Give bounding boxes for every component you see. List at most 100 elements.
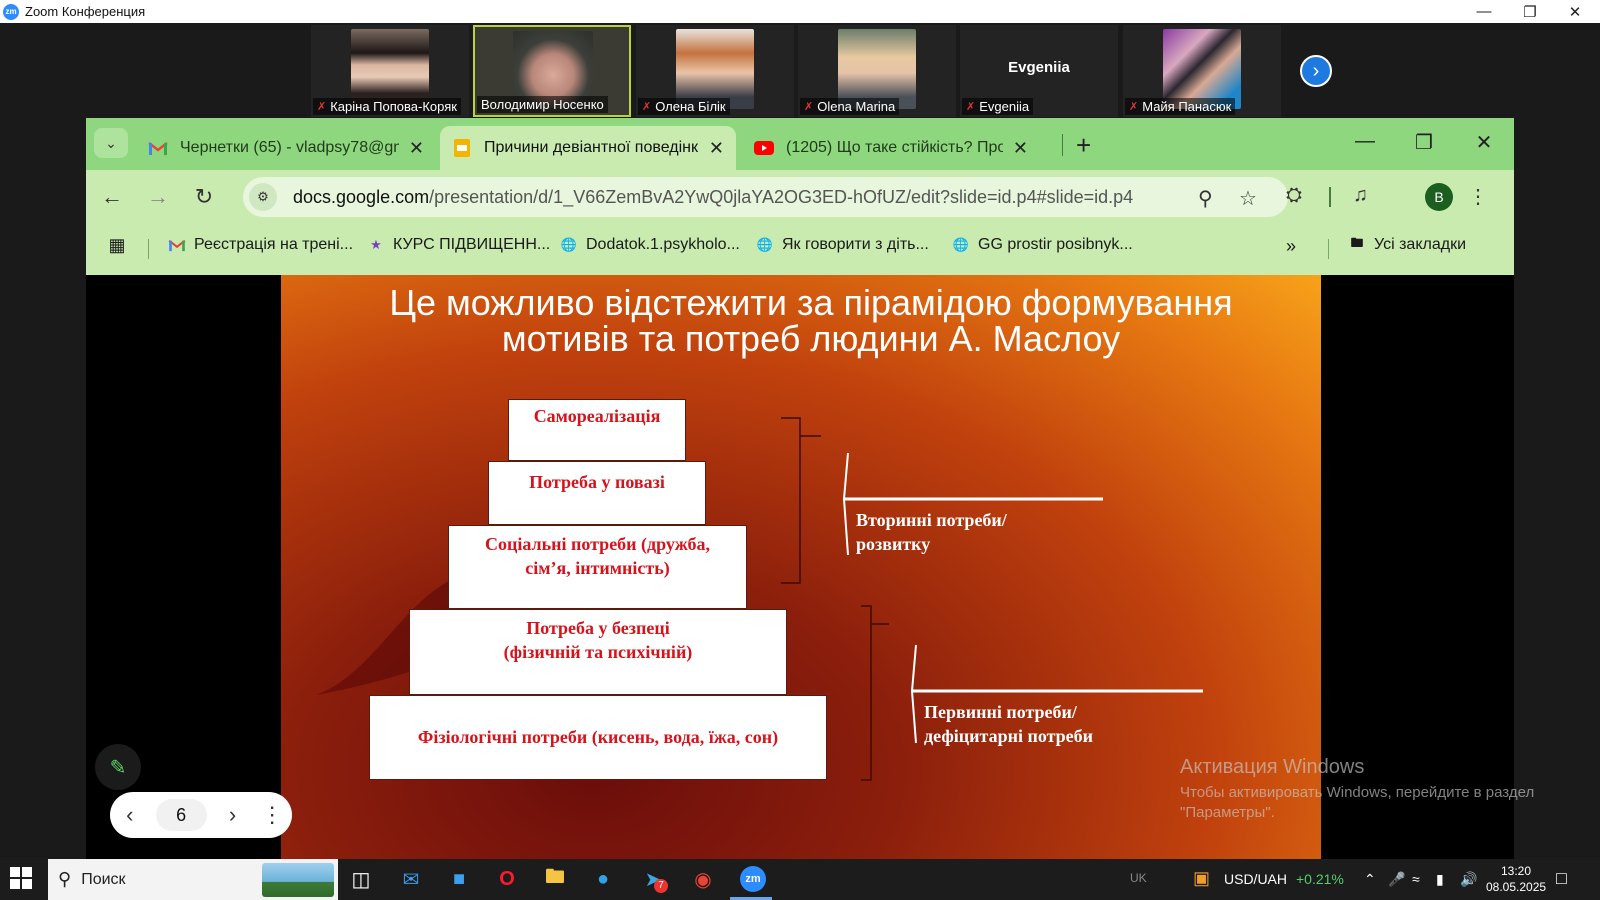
show-hidden-icons[interactable]: ⌃ — [1364, 871, 1376, 888]
participant-tile[interactable]: ✗ Майя Панасюк — [1123, 25, 1281, 117]
bookmark-label: Dodatok.1.psykholo... — [586, 236, 740, 253]
store-icon[interactable]: ■ — [444, 865, 474, 893]
task-view-icon[interactable]: ◫ — [346, 865, 376, 893]
primary-bracket — [861, 605, 872, 781]
participant-tile-active[interactable]: Володимир Носенко — [473, 25, 631, 117]
restore-icon[interactable]: ❐ — [1507, 0, 1553, 23]
network-icon[interactable]: ≈ — [1412, 871, 1420, 887]
volume-icon[interactable]: 🔊 — [1460, 871, 1477, 888]
participant-tile[interactable]: ✗ Каріна Попова-Коряк — [311, 25, 469, 117]
category-label-line: Первинні потреби/ — [924, 702, 1077, 722]
restore-icon[interactable]: ❐ — [1409, 130, 1439, 155]
notifications-icon[interactable]: □ — [1556, 868, 1567, 889]
pyramid-level-physiological: Фізіологічні потреби (кисень, вода, їжа,… — [369, 695, 827, 780]
reload-icon[interactable]: ↻ — [190, 184, 218, 210]
zoom-taskbar-icon[interactable]: zm — [738, 865, 768, 893]
file-explorer-icon[interactable]: 🖿 — [540, 865, 570, 893]
bookmark-label: Як говорити з діть... — [782, 236, 929, 253]
search-placeholder: Поиск — [81, 870, 126, 888]
system-clock[interactable]: 13:20 08.05.2025 — [1486, 863, 1546, 895]
secondary-arrow-head — [842, 452, 849, 556]
slide-number[interactable]: 6 — [155, 799, 207, 831]
tab-google-slides[interactable]: Причини девіантної поведінк ✕ — [440, 126, 736, 170]
currency-widget-icon[interactable]: ▣ — [1193, 868, 1210, 889]
muted-mic-icon: ✗ — [1129, 101, 1139, 113]
all-bookmarks-button[interactable]: 🖿 Усі закладки — [1348, 235, 1466, 254]
back-icon[interactable]: ← — [98, 184, 126, 210]
tab-gmail[interactable]: Чернетки (65) - vladpsy78@gm ✕ — [136, 126, 436, 170]
microphone-icon[interactable]: 🎤 — [1388, 871, 1405, 888]
participant-name: Володимир Носенко — [481, 97, 604, 112]
google-slides-icon — [452, 139, 472, 157]
tab-search-button[interactable]: ⌄ — [94, 128, 128, 158]
participant-name-bar: ✗ Майя Панасюк — [1125, 98, 1236, 115]
pen-tool-button[interactable]: ✎ — [95, 744, 141, 790]
language-indicator[interactable]: UK — [1130, 871, 1147, 885]
zoom-logo-icon: zm — [3, 3, 19, 20]
bookmark-divider — [1328, 239, 1329, 259]
edge-icon[interactable]: ● — [588, 865, 618, 893]
zoom-window-title: Zoom Конференция — [25, 4, 146, 19]
next-participants-button[interactable]: › — [1300, 55, 1332, 87]
media-control-icon[interactable]: ♫ — [1353, 184, 1368, 207]
windows-start-button[interactable] — [10, 867, 34, 891]
participant-name: Olena Marina — [817, 99, 896, 114]
pyramid-level-text: сім’я, інтимність) — [525, 558, 670, 578]
zoom-magnifier-icon[interactable]: ⚲ — [1198, 186, 1213, 211]
participant-name: Evgeniia — [979, 99, 1030, 114]
pyramid-level-text: Потреба у повазі — [529, 472, 665, 492]
mail-icon[interactable]: ✉ — [396, 865, 426, 893]
new-tab-icon[interactable]: + — [1076, 130, 1091, 161]
next-slide-button[interactable]: › — [213, 802, 253, 828]
chevron-left-icon: ‹ — [126, 802, 134, 827]
participant-tile[interactable]: ✗ Олена Білік — [636, 25, 794, 117]
participant-name: Майя Панасюк — [1142, 99, 1232, 114]
participant-video-name: Evgeniia — [1008, 59, 1070, 76]
participant-tile[interactable]: Evgeniia ✗ Evgeniia — [960, 25, 1118, 117]
minimize-icon[interactable]: — — [1461, 0, 1507, 23]
close-tab-icon[interactable]: ✕ — [409, 138, 424, 159]
taskbar-search[interactable]: ⚲ Поиск — [48, 859, 338, 900]
slide-options-icon[interactable]: ⋮ — [252, 802, 292, 828]
close-tab-icon[interactable]: ✕ — [1013, 138, 1028, 159]
address-bar[interactable]: ⚙ docs.google.com/presentation/d/1_V66Ze… — [243, 177, 1288, 217]
close-icon[interactable]: ✕ — [1552, 0, 1598, 23]
minimize-icon[interactable]: — — [1350, 130, 1380, 153]
taskbar: ⚲ Поиск ◫ ✉ ■ O 🖿 ● ➤ 7 ◉ zm UK ▣ USD/UA… — [0, 859, 1600, 900]
url-text: docs.google.com/presentation/d/1_V66ZemB… — [293, 187, 1133, 208]
currency-label[interactable]: USD/UAH — [1224, 871, 1287, 887]
more-bookmarks-icon[interactable]: » — [1286, 236, 1296, 257]
globe-icon: 🌐 — [560, 237, 578, 252]
bookmark-item[interactable]: ★ КУРС ПІДВИЩЕНН... — [367, 236, 550, 254]
bookmark-item[interactable]: Реєстрація на трені... — [168, 236, 353, 254]
zoom-video-strip: ✗ Каріна Попова-Коряк Володимир Носенко ✗… — [0, 23, 1600, 117]
forward-icon[interactable]: → — [144, 184, 172, 210]
apps-grid-icon[interactable]: ▦ — [108, 235, 134, 255]
battery-icon[interactable]: ▮ — [1436, 871, 1444, 888]
bookmark-item[interactable]: 🌐 Як говорити з діть... — [756, 236, 929, 254]
close-icon[interactable]: ✕ — [1469, 130, 1499, 155]
participant-name-bar: ✗ Каріна Попова-Коряк — [313, 98, 461, 115]
chevron-down-icon: ⌄ — [105, 134, 117, 151]
notification-badge: 7 — [654, 879, 668, 893]
previous-slide-button[interactable]: ‹ — [110, 802, 150, 828]
participant-tile[interactable]: ✗ Olena Marina — [798, 25, 956, 117]
pyramid-level-text: Самореалізація — [533, 406, 661, 426]
tab-title: (1205) Що таке стійкість? Про — [786, 139, 1003, 156]
chrome-icon[interactable]: ◉ — [688, 865, 718, 893]
bookmark-item[interactable]: 🌐 GG prostir posibnyk... — [952, 236, 1133, 254]
close-tab-icon[interactable]: ✕ — [709, 138, 724, 159]
tab-youtube[interactable]: (1205) Що таке стійкість? Про ✕ — [742, 126, 1040, 170]
site-info-icon[interactable]: ⚙ — [249, 183, 277, 211]
bookmark-star-icon[interactable]: ☆ — [1239, 186, 1257, 211]
menu-kebab-icon[interactable]: ⋮ — [1468, 184, 1488, 209]
profile-avatar[interactable]: В — [1425, 183, 1453, 211]
telegram-icon[interactable]: ➤ 7 — [638, 865, 668, 893]
participant-video — [1163, 29, 1241, 109]
opera-icon[interactable]: O — [492, 865, 522, 893]
bookmark-item[interactable]: 🌐 Dodatok.1.psykholo... — [560, 236, 740, 254]
secondary-bracket — [781, 417, 801, 584]
slide: Це можливо відстежити за пірамідою форму… — [281, 275, 1321, 859]
search-highlight-image — [262, 863, 334, 897]
extensions-icon[interactable]: ⛭ — [1286, 184, 1302, 207]
